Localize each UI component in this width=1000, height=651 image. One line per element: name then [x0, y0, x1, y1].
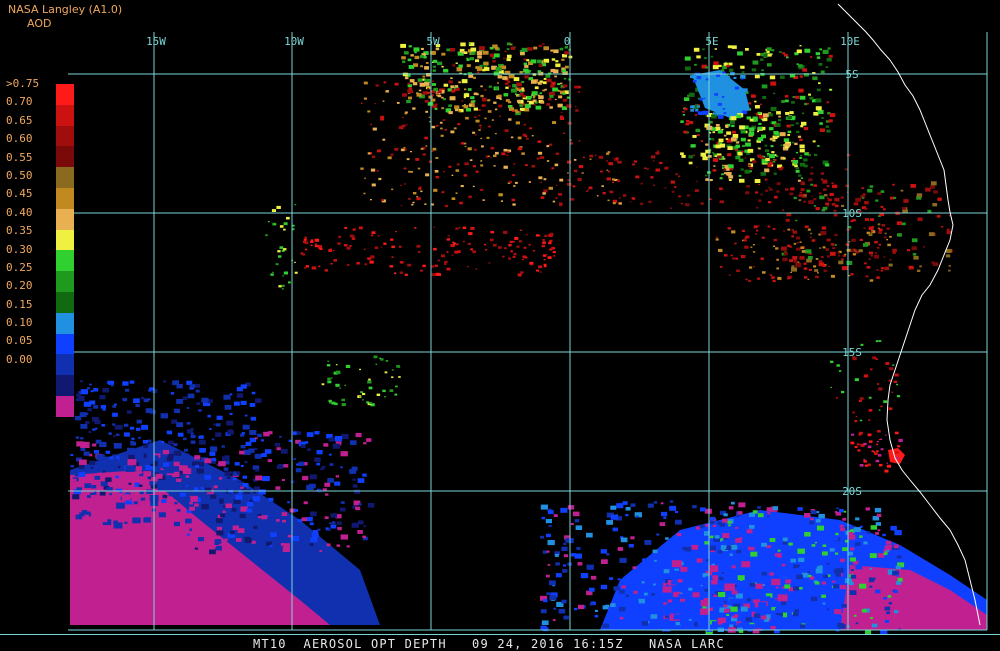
colorbar-swatch [56, 229, 74, 251]
colorbar-label: 0.15 [6, 297, 33, 311]
colorbar-swatch [56, 395, 74, 417]
colorbar-label: 0.45 [6, 187, 33, 201]
product-title: NASA Langley (A1.0) [8, 3, 123, 16]
colorbar-swatch [56, 187, 74, 209]
colorbar-label: 0.55 [6, 150, 33, 164]
colorbar [56, 84, 74, 417]
lon-label: 10W [284, 35, 304, 48]
lat-label: 10S [842, 207, 862, 220]
colorbar-swatch [56, 104, 74, 126]
colorbar-label: 0.25 [6, 260, 33, 274]
colorbar-labels: >0.75 0.70 0.65 0.60 0.55 0.50 0.45 0.40… [6, 77, 52, 371]
aerosol-field [70, 42, 987, 635]
lon-label: 0 [564, 35, 571, 48]
variable-label: AOD [27, 17, 52, 30]
colorbar-swatch [56, 167, 74, 188]
latitude-labels: 5S 10S 15S 20S [842, 68, 862, 498]
footer-caption: MT10 AEROSOL OPT DEPTH 09 24, 2016 16:15… [253, 637, 725, 651]
lon-label: 10E [840, 35, 860, 48]
colorbar-swatch [56, 291, 74, 313]
colorbar-label: 0.35 [6, 224, 33, 238]
colorbar-swatch [56, 146, 74, 168]
colorbar-label: >0.75 [6, 77, 40, 90]
colorbar-label: 0.50 [6, 168, 33, 182]
colorbar-swatch [56, 312, 74, 334]
colorbar-swatch [56, 333, 74, 355]
colorbar-label: 0.70 [6, 95, 33, 109]
lon-label: 5W [426, 35, 440, 48]
lon-label: 15W [146, 35, 166, 48]
lat-label: 5S [845, 68, 858, 81]
footer-bar: MT10 AEROSOL OPT DEPTH 09 24, 2016 16:15… [0, 634, 1000, 651]
colorbar-swatch [56, 125, 74, 147]
colorbar-label: 0.00 [6, 352, 33, 366]
colorbar-swatch [56, 84, 74, 105]
colorbar-label: 0.10 [6, 316, 33, 330]
colorbar-label: 0.60 [6, 132, 33, 146]
colorbar-swatch [56, 208, 74, 230]
colorbar-swatch [56, 250, 74, 272]
colorbar-label: 0.05 [6, 334, 33, 348]
lon-label: 5E [705, 35, 718, 48]
colorbar-label: 0.40 [6, 205, 33, 219]
lat-label: 15S [842, 346, 862, 359]
colorbar-label: 0.65 [6, 113, 33, 127]
colorbar-label: 0.30 [6, 242, 33, 256]
longitude-labels: 15W 10W 5W 0 5E 10E [146, 35, 860, 48]
colorbar-swatch [56, 375, 74, 396]
colorbar-swatch [56, 271, 74, 292]
colorbar-swatch [56, 354, 74, 376]
lat-label: 20S [842, 485, 862, 498]
colorbar-label: 0.20 [6, 279, 33, 293]
aod-map: 15W 10W 5W 0 5E 10E 5S 10S 15S 20S [68, 3, 988, 635]
